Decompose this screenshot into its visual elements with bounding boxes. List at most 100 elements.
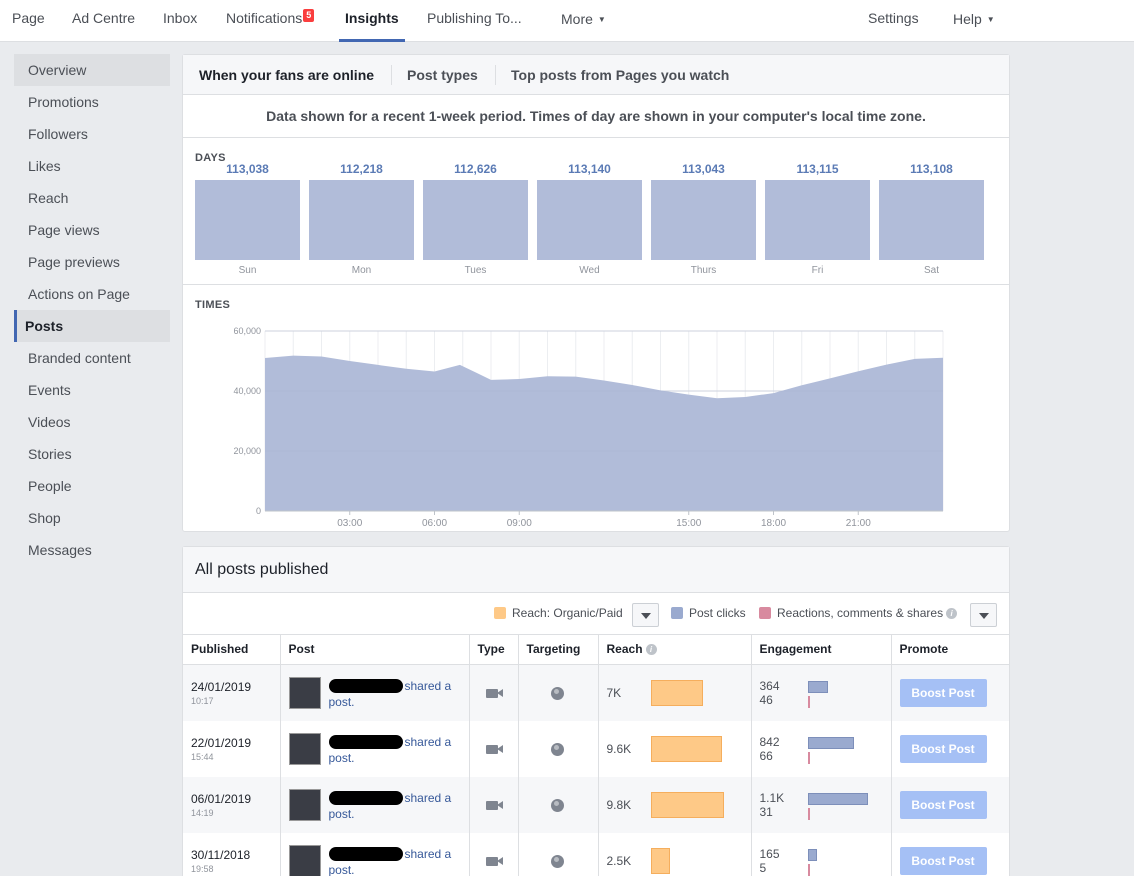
column-targeting[interactable]: Targeting xyxy=(518,635,599,665)
tab-divider xyxy=(391,65,392,85)
day-value-label: 113,140 xyxy=(568,162,611,176)
day-value-label: 113,043 xyxy=(682,162,725,176)
boost-post-button[interactable]: Boost Post xyxy=(899,734,987,763)
day-bar xyxy=(879,180,984,260)
day-value-label: 112,626 xyxy=(454,162,497,176)
tab-post-types[interactable]: Post types xyxy=(407,55,478,95)
x-tick-label: 15:00 xyxy=(676,518,701,529)
reach-bar xyxy=(650,847,670,874)
boost-post-button[interactable]: Boost Post xyxy=(899,678,987,707)
nav-notifications[interactable]: Notifications 5 xyxy=(226,0,315,42)
day-bar xyxy=(309,180,414,260)
x-tick-label: 06:00 xyxy=(422,518,447,529)
post-clicks-value: 364 xyxy=(759,678,780,693)
post-thumbnail[interactable] xyxy=(288,844,321,876)
reach-metric-dropdown[interactable] xyxy=(632,603,659,627)
info-icon[interactable]: i xyxy=(946,608,958,619)
sidebar-item-shop[interactable]: Shop xyxy=(14,502,170,534)
day-column: 113,108 Sat xyxy=(879,162,984,276)
posts-legend: Reach: Organic/Paid Post clicks Reaction… xyxy=(183,593,1009,635)
reach-value: 2.5K xyxy=(606,853,632,868)
tab-when-fans-online[interactable]: When your fans are online xyxy=(199,55,374,95)
nav-inbox[interactable]: Inbox xyxy=(163,0,197,42)
sidebar-item-overview[interactable]: Overview xyxy=(14,54,170,86)
insights-sidebar: Overview Promotions Followers Likes Reac… xyxy=(14,54,170,566)
x-tick-label: 09:00 xyxy=(507,518,532,529)
nav-insights[interactable]: Insights xyxy=(345,0,399,42)
sidebar-item-branded-content[interactable]: Branded content xyxy=(14,342,170,374)
globe-icon xyxy=(550,686,564,700)
boost-post-button[interactable]: Boost Post xyxy=(899,846,987,875)
post-date: 06/01/2019 xyxy=(191,791,252,806)
globe-icon xyxy=(550,798,564,812)
legend-swatch xyxy=(494,607,506,619)
nav-page[interactable]: Page xyxy=(12,0,45,42)
post-thumbnail[interactable] xyxy=(288,788,321,821)
post-time: 15:44 xyxy=(191,751,214,762)
post-thumbnail[interactable] xyxy=(288,732,321,765)
post-thumbnail[interactable] xyxy=(288,676,321,709)
data-period-notice: Data shown for a recent 1-week period. T… xyxy=(183,95,1009,138)
insights-tabs: When your fans are online Post types Top… xyxy=(183,55,1009,95)
sidebar-item-messages[interactable]: Messages xyxy=(14,534,170,566)
sidebar-item-page-views[interactable]: Page views xyxy=(14,214,170,246)
column-engagement[interactable]: Engagement xyxy=(751,635,892,665)
all-posts-panel: All posts published Reach: Organic/Paid … xyxy=(182,546,1010,876)
post-time: 19:58 xyxy=(191,863,214,874)
tab-top-posts-pages-watch[interactable]: Top posts from Pages you watch xyxy=(511,55,729,95)
post-time: 10:17 xyxy=(191,695,214,706)
day-value-label: 113,108 xyxy=(910,162,953,176)
sidebar-item-followers[interactable]: Followers xyxy=(14,118,170,150)
column-type[interactable]: Type xyxy=(469,635,519,665)
sidebar-item-stories[interactable]: Stories xyxy=(14,438,170,470)
x-tick-label: 18:00 xyxy=(761,518,786,529)
sidebar-item-promotions[interactable]: Promotions xyxy=(14,86,170,118)
column-published[interactable]: Published xyxy=(183,635,281,665)
reactions-value: 31 xyxy=(759,804,773,819)
sidebar-item-posts[interactable]: Posts xyxy=(14,310,170,342)
times-area-chart: 60,000 40,000 20,000 0 03:00 06:00 09:00 15:00 1… xyxy=(233,326,944,529)
sidebar-item-people[interactable]: People xyxy=(14,470,170,502)
day-column: 112,218 Mon xyxy=(309,162,414,276)
post-date: 22/01/2019 xyxy=(191,735,252,750)
boost-post-button[interactable]: Boost Post xyxy=(899,790,987,819)
nav-ad-centre[interactable]: Ad Centre xyxy=(72,0,135,42)
post-clicks-bar xyxy=(807,792,868,805)
legend-reach: Reach: Organic/Paid xyxy=(494,606,623,620)
post-date: 30/11/2018 xyxy=(191,847,251,862)
legend-swatch xyxy=(671,607,683,619)
table-row[interactable]: 06/01/2019 14:19 shared a post. 9.8K 1.1K 3… xyxy=(183,776,1009,833)
reactions-bar xyxy=(807,695,810,708)
sidebar-item-page-previews[interactable]: Page previews xyxy=(14,246,170,278)
x-tick-label: 03:00 xyxy=(337,518,362,529)
times-chart: TIMES 60,000 40,000 20,000 0 03:00 06:00 09:00… xyxy=(183,285,1009,531)
reactions-value: 66 xyxy=(759,748,773,763)
sidebar-item-events[interactable]: Events xyxy=(14,374,170,406)
sidebar-item-likes[interactable]: Likes xyxy=(14,150,170,182)
y-tick-label: 20,000 xyxy=(233,446,261,456)
engagement-metric-dropdown[interactable] xyxy=(970,603,997,627)
post-clicks-bar xyxy=(807,736,854,749)
day-bar xyxy=(423,180,528,260)
sidebar-item-actions-on-page[interactable]: Actions on Page xyxy=(14,278,170,310)
table-row[interactable]: 22/01/2019 15:44 shared a post. 9.6K 842 66… xyxy=(183,720,1009,777)
sidebar-item-videos[interactable]: Videos xyxy=(14,406,170,438)
info-icon[interactable]: i xyxy=(645,644,657,656)
post-clicks-value: 842 xyxy=(759,734,780,749)
top-navigation: Page Ad Centre Inbox Notifications 5 Insi… xyxy=(0,0,1134,42)
nav-help[interactable]: Help ▼ xyxy=(953,0,995,42)
column-reach[interactable]: Reach i xyxy=(598,635,752,665)
fans-online-panel: When your fans are online Post types Top… xyxy=(182,54,1010,532)
nav-more[interactable]: More ▼ xyxy=(561,0,606,42)
nav-settings[interactable]: Settings xyxy=(868,0,919,42)
table-row[interactable]: 30/11/2018 19:58 shared a post. 2.5K 165 5 … xyxy=(183,832,1009,876)
redaction-mark xyxy=(328,846,403,861)
reactions-value: 46 xyxy=(759,692,773,707)
redaction-mark xyxy=(328,790,403,805)
sidebar-item-reach[interactable]: Reach xyxy=(14,182,170,214)
table-row[interactable]: 24/01/2019 10:17 shared a post. 7K 364 46 B… xyxy=(183,664,1009,721)
video-icon xyxy=(485,688,503,698)
nav-publishing-tools[interactable]: Publishing To... xyxy=(427,0,522,42)
redaction-mark xyxy=(328,734,403,749)
day-column: 112,626 Tues xyxy=(423,162,528,276)
